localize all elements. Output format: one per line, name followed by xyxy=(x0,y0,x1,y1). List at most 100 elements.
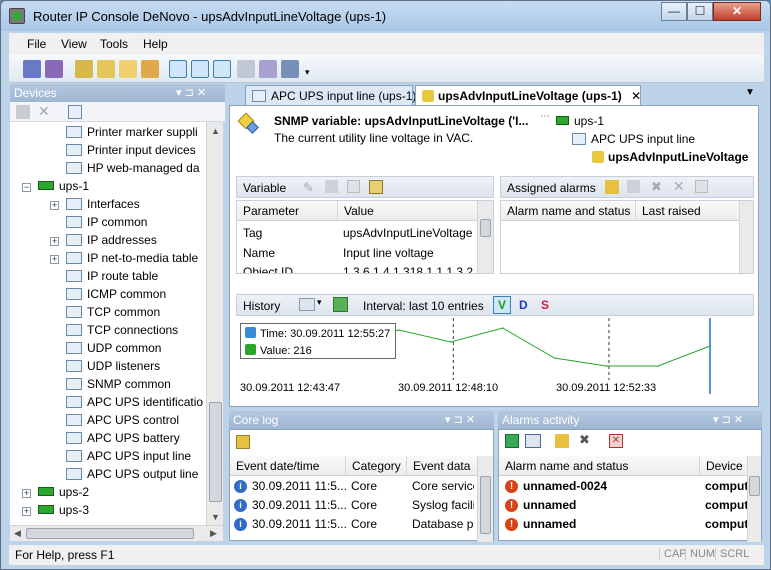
delete-icon[interactable]: ✕ xyxy=(38,103,50,120)
col-device[interactable]: Device xyxy=(699,456,747,476)
tree-item[interactable]: TCP connections xyxy=(66,323,178,341)
tree-scrollbar[interactable]: ▲ ▼ xyxy=(206,122,223,525)
tree-item[interactable]: APC UPS battery xyxy=(66,431,180,449)
tree-item[interactable]: APC UPS identificatio xyxy=(66,395,203,413)
scroll-left-icon[interactable]: ◀ xyxy=(14,528,21,539)
tree-item[interactable]: APC UPS input line xyxy=(66,449,191,467)
col-last-raised[interactable]: Last raised xyxy=(635,201,739,221)
panel-controls[interactable]: ▾ ⊐ ✕ xyxy=(713,413,743,426)
col-parameter[interactable]: Parameter xyxy=(237,201,337,221)
assign-alarm-icon[interactable] xyxy=(605,180,619,194)
tree-hscrollbar[interactable]: ◀ ▶ xyxy=(10,525,223,541)
tree-item[interactable]: ICMP common xyxy=(66,287,166,305)
new-item-icon[interactable] xyxy=(119,60,137,78)
alarms-activity-scroll-thumb[interactable] xyxy=(749,476,760,496)
tree-item[interactable]: IP common xyxy=(66,215,147,233)
refresh-icon[interactable] xyxy=(333,297,348,312)
tree-expander-icon[interactable]: + xyxy=(22,489,31,498)
variable-scrollbar[interactable] xyxy=(477,201,493,273)
menu-tools[interactable]: Tools xyxy=(100,37,128,51)
col-event-date-time[interactable]: Event date/time xyxy=(230,456,345,476)
tree-item[interactable]: APC UPS control xyxy=(66,413,179,431)
path-device[interactable]: ups-1 xyxy=(556,114,604,128)
remove-icon[interactable]: ✖ xyxy=(579,432,590,448)
deltas-toggle[interactable]: D xyxy=(519,298,528,312)
tree-expander-icon[interactable]: + xyxy=(50,201,59,210)
menu-view[interactable]: View xyxy=(61,37,87,51)
copy-icon[interactable] xyxy=(695,180,708,193)
col-event-data[interactable]: Event data xyxy=(406,456,477,476)
tree-expander-icon[interactable]: + xyxy=(22,507,31,516)
alarms-scrollbar[interactable] xyxy=(739,201,753,273)
tree-hscroll-thumb[interactable] xyxy=(26,528,194,539)
alarm-device-icon[interactable] xyxy=(525,434,541,448)
tree-item[interactable]: HP web-managed da xyxy=(66,161,200,179)
chart-icon[interactable] xyxy=(237,60,255,78)
tab-list-dropdown[interactable]: ▼ xyxy=(745,87,755,98)
variable-scroll-thumb[interactable] xyxy=(480,219,491,237)
menu-file[interactable]: File xyxy=(27,37,46,51)
col-category[interactable]: Category xyxy=(345,456,406,476)
alarms-view-icon[interactable] xyxy=(213,60,231,78)
copy-icon[interactable] xyxy=(347,180,360,193)
maximize-button[interactable]: ☐ xyxy=(687,2,713,21)
close-button[interactable]: ✕ xyxy=(713,2,761,21)
tree-item[interactable]: TCP common xyxy=(66,305,160,323)
scroll-down-icon[interactable]: ▼ xyxy=(211,512,220,522)
tree-item[interactable]: APC UPS output line xyxy=(66,467,198,485)
table-icon[interactable] xyxy=(68,105,82,119)
minimize-button[interactable]: — xyxy=(661,2,687,21)
tree-item[interactable]: ups-3 xyxy=(38,503,89,521)
tree-item[interactable]: UDP listeners xyxy=(66,359,160,377)
alarm-properties-icon[interactable] xyxy=(555,434,569,448)
script-icon[interactable] xyxy=(281,60,299,78)
settings-icon[interactable] xyxy=(259,60,277,78)
alarms-activity-scrollbar[interactable] xyxy=(747,456,761,542)
remove-icon[interactable]: ✖ xyxy=(651,179,662,195)
tree-item[interactable]: IP route table xyxy=(66,269,158,287)
log-properties-icon[interactable] xyxy=(236,435,250,449)
disconnect-icon[interactable] xyxy=(45,60,63,78)
tree-item[interactable]: UDP common xyxy=(66,341,161,359)
tree-item[interactable]: Interfaces xyxy=(66,197,140,215)
values-toggle[interactable]: V xyxy=(493,296,511,314)
edit-icon[interactable]: ✎ xyxy=(303,180,314,196)
chart-type-dropdown-icon[interactable]: ▾ xyxy=(317,297,322,308)
devices-view-icon[interactable] xyxy=(169,60,187,78)
panel-controls[interactable]: ▾ ⊐ ✕ xyxy=(176,86,206,99)
tree-item[interactable]: IP net-to-media table xyxy=(66,251,198,269)
path-variable[interactable]: upsAdvInputLineVoltage xyxy=(592,150,748,164)
tab-upsadvinputlinevoltage[interactable]: upsAdvInputLineVoltage (ups-1) ✕ xyxy=(415,85,641,105)
open-folder-icon[interactable] xyxy=(97,60,115,78)
tree-scroll-thumb[interactable] xyxy=(209,402,222,502)
scroll-right-icon[interactable]: ▶ xyxy=(210,528,217,539)
speed-toggle[interactable]: S xyxy=(541,298,549,312)
col-value[interactable]: Value xyxy=(337,201,477,221)
clear-alarms-icon[interactable]: ✕ xyxy=(609,434,623,448)
tree-item[interactable]: ups-2 xyxy=(38,485,89,503)
delete-icon[interactable]: ✕ xyxy=(673,178,685,195)
chart-type-icon[interactable] xyxy=(299,298,315,311)
tree-item[interactable]: SNMP common xyxy=(66,377,171,395)
tree-expander-icon[interactable]: + xyxy=(50,255,59,264)
scroll-up-icon[interactable]: ▲ xyxy=(211,126,220,136)
properties-icon[interactable] xyxy=(325,180,338,193)
alarm-view-icon[interactable] xyxy=(505,434,519,448)
tree-item[interactable]: IP addresses xyxy=(66,233,157,251)
tree-item[interactable]: ups-1 xyxy=(38,179,89,197)
tree-item[interactable]: Printer marker suppli xyxy=(66,125,198,143)
log-view-icon[interactable] xyxy=(191,60,209,78)
connect-icon[interactable] xyxy=(23,60,41,78)
path-table[interactable]: APC UPS input line xyxy=(572,132,695,146)
col-alarm-name-status[interactable]: Alarm name and status xyxy=(501,201,635,221)
tree-expander-icon[interactable]: − xyxy=(22,183,31,192)
col-alarm-name-status[interactable]: Alarm name and status xyxy=(499,456,699,476)
tab-apc-ups-input-line[interactable]: APC UPS input line (ups-1) xyxy=(245,85,416,105)
panel-controls[interactable]: ▾ ⊐ ✕ xyxy=(445,413,475,426)
core-log-scroll-thumb[interactable] xyxy=(480,476,491,534)
tab-close-icon[interactable]: ✕ xyxy=(631,89,641,103)
tree-item[interactable]: Printer input devices xyxy=(66,143,196,161)
toolbar-overflow-icon[interactable]: ▾ xyxy=(305,67,310,78)
tree-expander-icon[interactable]: + xyxy=(50,237,59,246)
browse-values-icon[interactable] xyxy=(369,180,383,194)
